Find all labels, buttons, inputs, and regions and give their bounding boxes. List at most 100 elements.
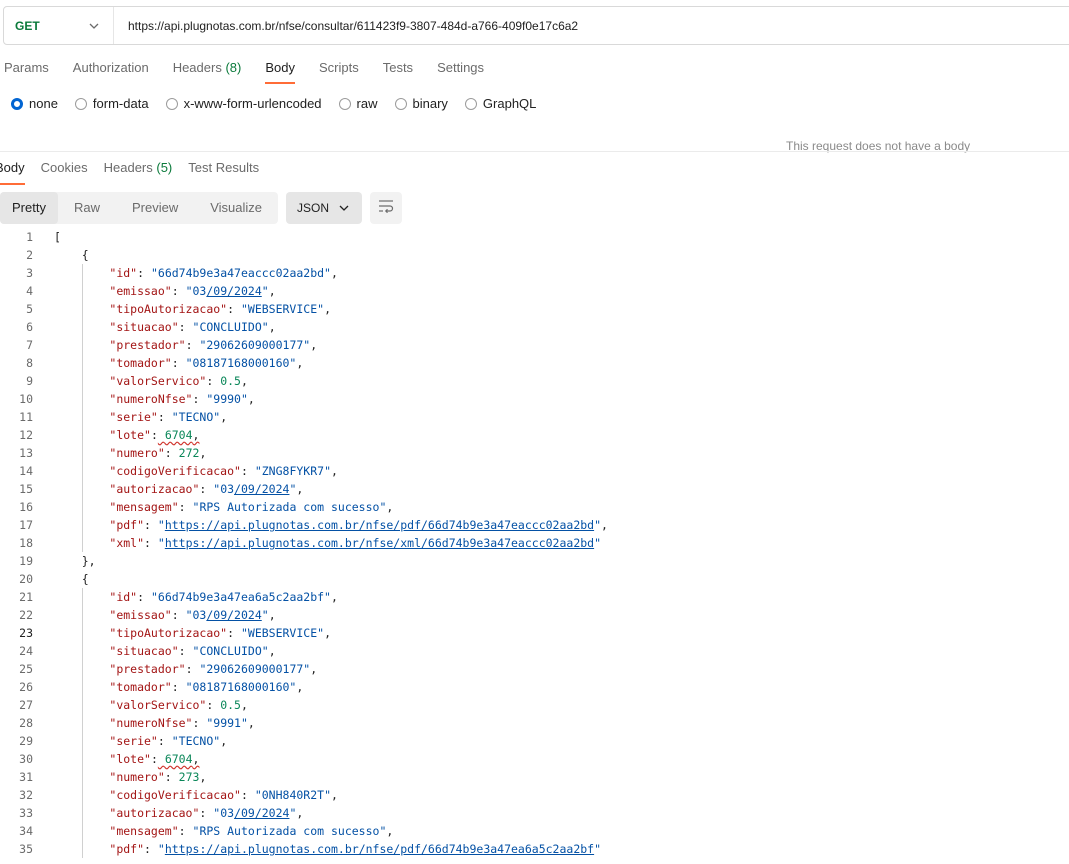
code-line: 27 "valorServico": 0.5, [0,696,1069,714]
code-text: "valorServico": 0.5, [109,698,248,712]
code-text: "situacao": "CONCLUIDO", [109,320,276,334]
url-bar: GET https://api.plugnotas.com.br/nfse/co… [3,6,1069,45]
response-tab-label: Cookies [40,160,88,175]
tab-label: Headers [172,60,222,75]
line-number: 15 [19,482,33,496]
response-tab-headers[interactable]: Headers (5) [104,159,173,185]
line-number: 20 [19,572,33,586]
body-type-graphql[interactable]: GraphQL [464,96,537,111]
view-mode-raw[interactable]: Raw [58,192,116,224]
line-number: 8 [26,356,33,370]
wrap-lines-button[interactable] [370,192,403,224]
body-type-none[interactable]: none [11,96,58,111]
tab-label: Authorization [72,60,149,75]
line-number: 34 [19,824,33,838]
view-mode-preview[interactable]: Preview [116,192,194,224]
chevron-down-icon [337,201,351,215]
code-line: 28 "numeroNfse": "9991", [0,714,1069,732]
code-text: "serie": "TECNO", [109,734,228,748]
code-line: 20 { [0,570,1069,588]
line-number: 14 [19,464,33,478]
response-tab-count: (5) [156,160,173,175]
code-text: "tipoAutorizacao": "WEBSERVICE", [109,626,331,640]
code-line: 31 "numero": 273, [0,768,1069,786]
line-number: 12 [19,428,33,442]
body-type-x-www-form-urlencoded[interactable]: x-www-form-urlencoded [165,96,322,111]
indent-guide [82,264,83,552]
code-line: 22 "emissao": "03/09/2024", [0,606,1069,624]
line-number: 24 [19,644,33,658]
tab-tests[interactable]: Tests [383,58,413,84]
chevron-down-icon [87,19,101,33]
line-number: 26 [19,680,33,694]
tab-scripts[interactable]: Scripts [319,58,359,84]
code-line: 23 "tipoAutorizacao": "WEBSERVICE", [0,624,1069,642]
response-body-viewer[interactable]: 1[2 {3 "id": "66d74b9e3a47eaccc02aa2bd",… [0,228,1069,858]
tab-authorization[interactable]: Authorization [73,58,149,84]
code-text: "pdf": "https://api.plugnotas.com.br/nfs… [109,842,602,856]
view-mode-visualize[interactable]: Visualize [194,192,278,224]
code-line: 9 "valorServico": 0.5, [0,372,1069,390]
code-text: "numero": 273, [109,770,207,784]
code-line: 30 "lote": 6704, [0,750,1069,768]
tab-label: Tests [382,60,414,75]
code-text: "autorizacao": "03/09/2024", [109,482,304,496]
url-input[interactable]: https://api.plugnotas.com.br/nfse/consul… [114,19,578,33]
tab-label: Body [265,60,295,75]
code-text: "numero": 272, [109,446,207,460]
response-tab-cookies[interactable]: Cookies [41,159,88,185]
body-type-label: form-data [92,96,149,111]
tab-settings[interactable]: Settings [437,58,484,84]
response-tab-label: Body [0,160,25,175]
indent-guide [82,588,83,858]
code-line: 35 "pdf": "https://api.plugnotas.com.br/… [0,840,1069,858]
code-text: "lote": 6704, [109,752,200,766]
tab-headers[interactable]: Headers (8) [173,58,242,84]
response-tab-label: Test Results [188,160,260,175]
view-mode-pretty[interactable]: Pretty [0,192,58,224]
tab-label: Scripts [318,60,359,75]
code-line: 17 "pdf": "https://api.plugnotas.com.br/… [0,516,1069,534]
radio-icon [338,97,351,110]
line-number: 2 [26,248,33,262]
body-type-label: GraphQL [482,96,537,111]
code-text: { [81,248,89,262]
tab-body[interactable]: Body [265,58,295,84]
response-tab-body[interactable]: Body [0,159,25,185]
code-line: 11 "serie": "TECNO", [0,408,1069,426]
code-line: 2 { [0,246,1069,264]
line-number: 35 [19,842,33,856]
line-number: 33 [19,806,33,820]
line-number: 7 [26,338,33,352]
line-number: 18 [19,536,33,550]
code-line: 12 "lote": 6704, [0,426,1069,444]
code-text: "numeroNfse": "9991", [109,716,255,730]
line-number: 25 [19,662,33,676]
code-line: 14 "codigoVerificacao": "ZNG8FYKR7", [0,462,1069,480]
view-mode-group: Pretty Raw Preview Visualize [0,192,279,224]
code-text: "pdf": "https://api.plugnotas.com.br/nfs… [109,518,608,532]
body-type-raw[interactable]: raw [338,96,378,111]
response-tab-test-results[interactable]: Test Results [188,159,259,185]
request-tabs: Params Authorization Headers (8) Body Script… [4,58,508,84]
line-number: 28 [19,716,33,730]
format-select[interactable]: JSON [286,192,363,224]
body-type-form-data[interactable]: form-data [74,96,149,111]
method-select[interactable]: GET [4,7,114,44]
line-number: 9 [26,374,33,388]
tab-params[interactable]: Params [4,58,49,84]
code-text: "mensagem": "RPS Autorizada com sucesso"… [109,824,394,838]
code-text: "autorizacao": "03/09/2024", [109,806,304,820]
code-line: 1[ [0,228,1069,246]
line-number: 19 [19,554,33,568]
line-number: 30 [19,752,33,766]
code-line: 15 "autorizacao": "03/09/2024", [0,480,1069,498]
radio-icon [11,97,23,110]
divider [0,151,1069,152]
code-text: "xml": "https://api.plugnotas.com.br/nfs… [109,536,602,550]
code-line: 3 "id": "66d74b9e3a47eaccc02aa2bd", [0,264,1069,282]
code-line: 29 "serie": "TECNO", [0,732,1069,750]
code-text: "valorServico": 0.5, [109,374,248,388]
code-line: 18 "xml": "https://api.plugnotas.com.br/… [0,534,1069,552]
body-type-binary[interactable]: binary [394,96,448,111]
